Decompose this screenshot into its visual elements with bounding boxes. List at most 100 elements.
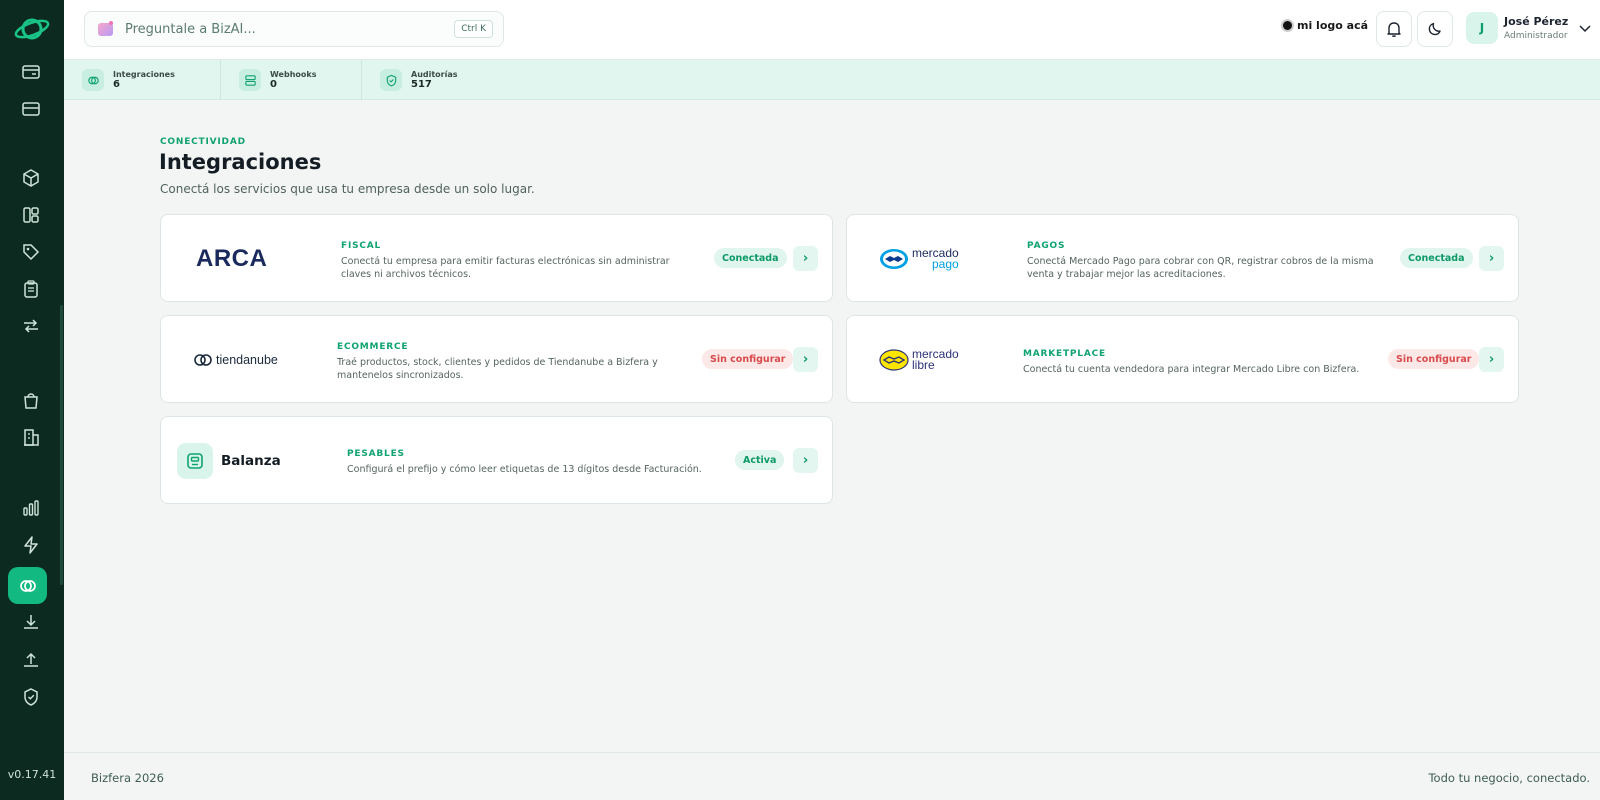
status-badge: Conectada [1400, 248, 1473, 268]
user-menu[interactable]: J José Pérez Administrador [1466, 12, 1592, 44]
integration-card-mercado-pago[interactable]: mercado pago PAGOS Conectá Mercado Pago … [846, 214, 1519, 302]
integration-description: Configurá el prefijo y cómo leer etiquet… [347, 464, 702, 475]
sidebar-item-products[interactable] [16, 163, 46, 193]
stat-label: Auditorías [411, 70, 458, 79]
sidebar-item-export[interactable] [16, 644, 46, 674]
sidebar-item-automations[interactable] [16, 530, 46, 560]
user-role: Administrador [1504, 31, 1568, 41]
footer: Bizfera 2026 Todo tu negocio, conectado. [64, 752, 1600, 800]
integration-category: PAGOS [1027, 241, 1066, 251]
search-bar[interactable]: Preguntale a BizAI... Ctrl K [84, 11, 504, 47]
open-integration-button[interactable]: › [793, 347, 818, 372]
integration-body: PAGOS Conectá Mercado Pago para cobrar c… [1027, 241, 1392, 281]
mercado-libre-logo-text-2: libre [912, 358, 935, 372]
transfer-icon [24, 319, 38, 333]
integration-body: MARKETPLACE Conectá tu cuenta vendedora … [1023, 349, 1373, 376]
integration-category: FISCAL [341, 241, 382, 251]
integrations-icon [82, 69, 104, 91]
integration-card-mercado-libre[interactable]: mercado libre MARKETPLACE Conectá tu cue… [846, 315, 1519, 403]
integration-description: Conectá Mercado Pago para cobrar con QR,… [1027, 256, 1374, 280]
notifications-button[interactable] [1376, 11, 1412, 47]
stat-label: Webhooks [270, 70, 317, 79]
status-badge: Sin configurar [1388, 349, 1480, 369]
bolt-icon [24, 536, 38, 554]
sidebar-item-company[interactable] [16, 422, 46, 452]
status-badge: Conectada [714, 248, 787, 268]
shield-check-icon [380, 69, 402, 91]
mercado-pago-handshake-icon [880, 249, 908, 269]
bizai-icon [97, 20, 115, 38]
open-integration-button[interactable]: › [793, 448, 818, 473]
box-icon [23, 169, 39, 187]
integration-card-tiendanube[interactable]: tiendanube ECOMMERCE Traé productos, sto… [160, 315, 833, 403]
company-logo: mi logo acá [1281, 19, 1368, 32]
arca-logo-text: ARCA [196, 245, 268, 272]
sidebar-item-register[interactable] [16, 57, 46, 87]
page-eyebrow: CONECTIVIDAD [160, 137, 246, 147]
integration-body: FISCAL Conectá tu empresa para emitir fa… [341, 241, 691, 281]
tiendanube-cloud-icon [194, 354, 212, 366]
chevron-down-icon [1579, 25, 1591, 33]
theme-toggle-button[interactable] [1417, 11, 1453, 47]
mercado-libre-handshake-icon [879, 349, 909, 371]
integration-card-arca[interactable]: ARCA FISCAL Conectá tu empresa para emit… [160, 214, 833, 302]
stat-label: Integraciones [113, 70, 175, 79]
arca-logo: ARCA [191, 237, 341, 281]
search-shortcut: Ctrl K [454, 20, 493, 38]
clipboard-icon [24, 280, 38, 298]
bag-icon [24, 393, 38, 409]
sidebar-item-transfers[interactable] [16, 311, 46, 341]
page-title: Integraciones [159, 150, 322, 174]
footer-tagline: Todo tu negocio, conectado. [1428, 771, 1590, 785]
stat-value: 6 [113, 79, 120, 90]
sidebar-item-integrations[interactable] [8, 567, 47, 604]
sidebar-item-security[interactable] [16, 682, 46, 712]
topbar: Preguntale a BizAI... Ctrl K mi logo acá… [64, 0, 1600, 60]
stat-audits: Auditorías 517 [362, 60, 522, 100]
tag-icon [23, 244, 40, 261]
sidebar-scrollbar[interactable] [60, 305, 63, 585]
sidebar-item-layout[interactable] [16, 200, 46, 230]
app-logo-icon[interactable] [13, 10, 51, 48]
sidebar-item-reports[interactable] [16, 493, 46, 523]
layout-icon [23, 207, 39, 223]
integration-card-balanza[interactable]: Balanza PESABLES Configurá el prefijo y … [160, 416, 833, 504]
stat-value: 0 [270, 79, 277, 90]
mercado-libre-logo: mercado libre [879, 338, 1029, 382]
server-icon [239, 69, 261, 91]
tiendanube-logo: tiendanube [194, 338, 344, 382]
status-badge: Sin configurar [702, 349, 794, 369]
integration-body: ECOMMERCE Traé productos, stock, cliente… [337, 342, 687, 382]
integrations-icon [19, 579, 36, 592]
sidebar-item-tags[interactable] [16, 237, 46, 267]
open-integration-button[interactable]: › [1479, 347, 1504, 372]
sidebar-item-import[interactable] [16, 607, 46, 637]
integration-body: PESABLES Configurá el prefijo y cómo lee… [347, 449, 707, 476]
open-integration-button[interactable]: › [793, 246, 818, 271]
upload-icon [24, 652, 38, 667]
stats-bar: Integraciones 6 Webhooks 0 Auditorías 51… [64, 60, 1600, 100]
search-input[interactable]: Preguntale a BizAI... [125, 22, 454, 37]
avatar: J [1466, 12, 1498, 44]
page-subtitle: Conectá los servicios que usa tu empresa… [160, 182, 535, 196]
user-name: José Pérez [1504, 15, 1569, 28]
footer-copyright: Bizfera 2026 [91, 771, 164, 785]
mercado-pago-logo: mercado pago [879, 237, 1029, 281]
building-icon [24, 429, 39, 446]
chart-icon [23, 500, 39, 516]
balanza-logo-text: Balanza [221, 453, 281, 469]
scale-icon [177, 443, 213, 479]
sidebar-item-orders[interactable] [16, 274, 46, 304]
user-info: José Pérez Administrador [1504, 15, 1568, 41]
integration-description: Conectá tu empresa para emitir facturas … [341, 256, 670, 280]
moon-icon [1428, 22, 1441, 36]
tiendanube-logo-text: tiendanube [216, 353, 278, 367]
open-integration-button[interactable]: › [1479, 246, 1504, 271]
integration-description: Conectá tu cuenta vendedora para integra… [1023, 364, 1360, 375]
sidebar: v0.17.41 [0, 0, 64, 800]
bell-icon [1387, 22, 1401, 37]
integration-category: ECOMMERCE [337, 342, 409, 352]
company-logo-label: mi logo acá [1297, 19, 1369, 32]
sidebar-item-cards[interactable] [16, 94, 46, 124]
sidebar-item-shop[interactable] [16, 385, 46, 415]
